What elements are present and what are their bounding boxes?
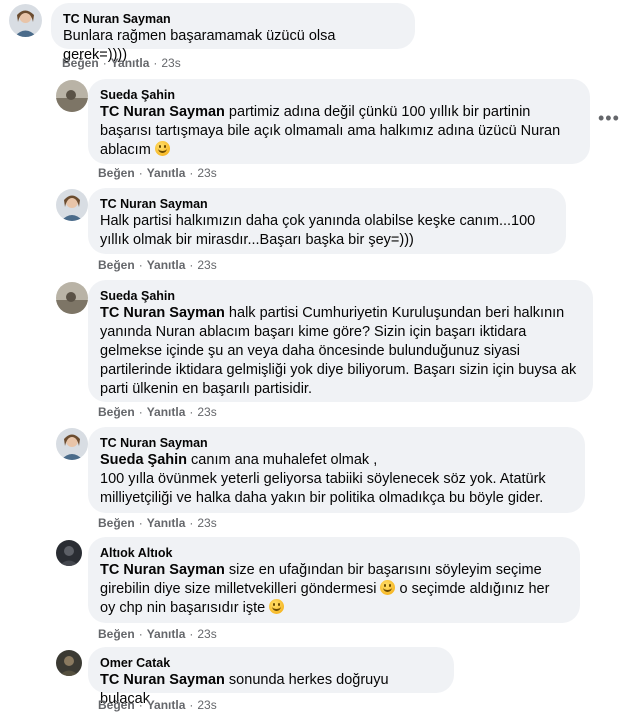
avatar[interactable]	[56, 428, 88, 460]
avatar[interactable]	[9, 4, 42, 37]
grinning-face-icon	[380, 580, 396, 595]
mention-link[interactable]: Sueda Şahin	[100, 452, 187, 468]
mention-link[interactable]: TC Nuran Sayman	[100, 104, 225, 120]
more-options-icon[interactable]: •••	[598, 108, 622, 128]
avatar[interactable]	[56, 540, 82, 566]
avatar[interactable]	[56, 80, 88, 112]
comment-text: Halk partisi halkımızın daha çok yanında…	[100, 213, 536, 248]
comment-text: TC Nuran Sayman halk partisi Cumhuriyeti…	[100, 305, 577, 397]
comment-author[interactable]: TC Nuran Sayman	[63, 11, 403, 27]
comment-actions: Beğen · Yanıtla · 23s	[98, 516, 217, 530]
reply-button[interactable]: Yanıtla	[147, 627, 186, 641]
grinning-face-icon	[269, 599, 285, 614]
comment-bubble: Sueda Şahin TC Nuran Sayman halk partisi…	[88, 280, 593, 402]
comment-bubble: Altıok Altıok TC Nuran Sayman size en uf…	[88, 537, 580, 623]
comment-actions: Beğen · Yanıtla · 23s	[98, 166, 217, 180]
timestamp[interactable]: 23s	[197, 516, 216, 530]
comment-actions: Beğen · Yanıtla · 23s	[98, 405, 217, 419]
comment-bubble: TC Nuran Sayman Sueda Şahin canım ana mu…	[88, 427, 585, 513]
timestamp[interactable]: 23s	[161, 56, 180, 70]
like-button[interactable]: Beğen	[98, 166, 135, 180]
mention-link[interactable]: TC Nuran Sayman	[100, 305, 225, 321]
comment-author[interactable]: Altıok Altıok	[100, 545, 568, 561]
mention-link[interactable]: TC Nuran Sayman	[100, 562, 225, 578]
comment-bubble: Omer Catak TC Nuran Sayman sonunda herke…	[88, 647, 454, 707]
comment-author[interactable]: Omer Catak	[100, 655, 442, 671]
timestamp[interactable]: 23s	[197, 405, 216, 419]
comment-author[interactable]: TC Nuran Sayman	[100, 196, 554, 212]
comment-actions: Beğen · Yanıtla · 23s	[98, 698, 217, 712]
like-button[interactable]: Beğen	[98, 258, 135, 272]
comment-author[interactable]: Sueda Şahin	[100, 288, 581, 304]
reply-button[interactable]: Yanıtla	[147, 258, 186, 272]
reply-button[interactable]: Yanıtla	[147, 516, 186, 530]
like-button[interactable]: Beğen	[98, 698, 135, 712]
avatar[interactable]	[56, 282, 88, 314]
comment-author[interactable]: Sueda Şahin	[100, 87, 578, 103]
comment-text: Sueda Şahin canım ana muhalefet olmak ,	[100, 452, 378, 468]
like-button[interactable]: Beğen	[98, 405, 135, 419]
comment-actions: Beğen · Yanıtla · 23s	[98, 258, 217, 272]
reply-button[interactable]: Yanıtla	[147, 698, 186, 712]
reply-button[interactable]: Yanıtla	[147, 405, 186, 419]
comment-actions: Beğen · Yanıtla · 23s	[98, 627, 217, 641]
comment-text: 100 yılla övünmek yeterli geliyorsa tabi…	[100, 471, 546, 506]
comment-bubble: TC Nuran Sayman Bunlara rağmen başaramam…	[51, 3, 415, 63]
comment-text: TC Nuran Sayman size en ufağından bir ba…	[100, 562, 550, 616]
comment-bubble: Sueda Şahin TC Nuran Sayman partimiz adı…	[88, 79, 590, 164]
avatar[interactable]	[56, 650, 82, 676]
comment-text: TC Nuran Sayman partimiz adına değil çün…	[100, 104, 561, 158]
comment-author[interactable]: TC Nuran Sayman	[100, 435, 573, 451]
like-button[interactable]: Beğen	[62, 56, 99, 70]
smiling-face-icon	[154, 141, 170, 156]
comment-bubble: TC Nuran Sayman Halk partisi halkımızın …	[88, 188, 566, 254]
like-button[interactable]: Beğen	[98, 516, 135, 530]
reply-button[interactable]: Yanıtla	[147, 166, 186, 180]
timestamp[interactable]: 23s	[197, 627, 216, 641]
timestamp[interactable]: 23s	[197, 258, 216, 272]
timestamp[interactable]: 23s	[197, 166, 216, 180]
timestamp[interactable]: 23s	[197, 698, 216, 712]
reply-button[interactable]: Yanıtla	[111, 56, 150, 70]
like-button[interactable]: Beğen	[98, 627, 135, 641]
avatar[interactable]	[56, 189, 88, 221]
comment-actions: Beğen · Yanıtla · 23s	[62, 56, 181, 70]
mention-link[interactable]: TC Nuran Sayman	[100, 672, 225, 688]
